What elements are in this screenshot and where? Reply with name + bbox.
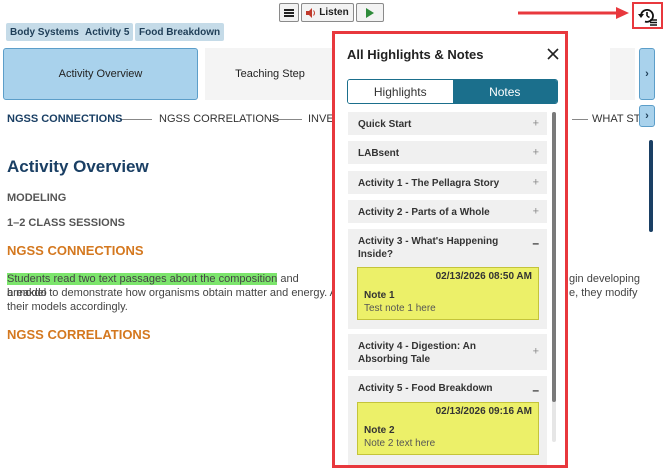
tab-activity-overview[interactable]: Activity Overview xyxy=(3,48,198,100)
history-notes-icon xyxy=(637,8,657,26)
play-icon xyxy=(366,7,374,18)
breadcrumb-body-systems[interactable]: Body Systems xyxy=(6,23,83,41)
section-activity-1[interactable]: Activity 1 - The Pellagra Story + xyxy=(348,171,547,194)
tab-next-partial[interactable] xyxy=(610,48,635,100)
menu-button[interactable] xyxy=(279,3,299,22)
tabs-next-button[interactable]: › xyxy=(639,48,655,100)
note-date: 02/13/2026 09:16 AM xyxy=(435,406,532,417)
chevron-right-icon: › xyxy=(645,110,649,122)
paragraph-line-3: their models accordingly. xyxy=(7,301,128,313)
section-activity-2[interactable]: Activity 2 - Parts of a Whole + xyxy=(348,200,547,223)
annotation-arrow xyxy=(518,7,629,19)
speaker-icon xyxy=(306,7,316,18)
note-date: 02/13/2026 08:50 AM xyxy=(435,271,532,282)
chevron-right-icon: › xyxy=(645,68,649,80)
strip-next-button[interactable]: › xyxy=(639,105,655,127)
collapse-icon: – xyxy=(532,383,539,397)
note-card[interactable]: 02/13/2026 09:16 AM Note 2 Note 2 text h… xyxy=(357,402,539,455)
listen-toolbar: Listen xyxy=(279,3,384,22)
page-scrollbar[interactable] xyxy=(649,140,653,232)
section-labsent[interactable]: LABsent + xyxy=(348,141,547,164)
page-title: Activity Overview xyxy=(7,157,149,176)
highlights-notes-button[interactable] xyxy=(632,2,663,29)
sessions-label: 1–2 CLASS SESSIONS xyxy=(7,217,125,229)
expand-icon: + xyxy=(532,345,539,358)
listen-button[interactable]: Listen xyxy=(301,3,354,22)
note-title: Note 2 xyxy=(364,425,395,436)
collapse-icon: – xyxy=(532,236,539,250)
strip-divider xyxy=(120,119,152,120)
tab-teaching-steps[interactable]: Teaching Step xyxy=(205,48,335,100)
ngss-connections-heading: NGSS CONNECTIONS xyxy=(7,243,144,258)
paragraph-right-fragment-1: gin developing xyxy=(569,273,640,285)
expand-icon: + xyxy=(532,176,539,188)
menu-icon xyxy=(284,8,294,17)
breadcrumb-food-breakdown[interactable]: Food Breakdown xyxy=(135,23,225,41)
highlighted-text[interactable]: Students read two text passages about th… xyxy=(7,273,278,285)
expand-icon: + xyxy=(532,117,539,129)
ngss-correlations-heading: NGSS CORRELATIONS xyxy=(7,327,151,342)
strip-ngss-connections[interactable]: NGSS CONNECTIONS xyxy=(7,111,123,127)
expand-icon: + xyxy=(532,146,539,158)
note-card[interactable]: 02/13/2026 08:50 AM Note 1 Test note 1 h… xyxy=(357,267,539,320)
paragraph-right-fragment-2: e, they modify xyxy=(569,287,638,299)
tab-highlights[interactable]: Highlights xyxy=(348,80,453,103)
panel-scroll-thumb[interactable] xyxy=(552,112,556,402)
play-button[interactable] xyxy=(356,3,384,22)
highlights-notes-panel: All Highlights & Notes Highlights Notes … xyxy=(335,34,565,465)
close-icon[interactable] xyxy=(546,47,560,61)
paragraph-line-2: a model to demonstrate how organisms obt… xyxy=(7,287,337,299)
note-text: Test note 1 here xyxy=(364,303,436,314)
highlights-notes-toggle: Highlights Notes xyxy=(347,79,558,104)
strip-investigation[interactable]: INVE xyxy=(308,111,334,127)
modeling-label: MODELING xyxy=(7,192,67,204)
note-title: Note 1 xyxy=(364,290,395,301)
panel-title: All Highlights & Notes xyxy=(347,47,484,62)
note-text: Note 2 text here xyxy=(364,438,436,449)
strip-ngss-correlations[interactable]: NGSS CORRELATIONS xyxy=(159,111,279,127)
tab-notes[interactable]: Notes xyxy=(452,80,557,103)
section-quick-start[interactable]: Quick Start + xyxy=(348,112,547,135)
section-activity-4[interactable]: Activity 4 - Digestion: An Absorbing Tal… xyxy=(348,334,547,370)
expand-icon: + xyxy=(532,205,539,217)
listen-label: Listen xyxy=(319,7,349,18)
breadcrumb-activity-5[interactable]: Activity 5 xyxy=(81,23,134,41)
strip-divider xyxy=(572,119,588,120)
